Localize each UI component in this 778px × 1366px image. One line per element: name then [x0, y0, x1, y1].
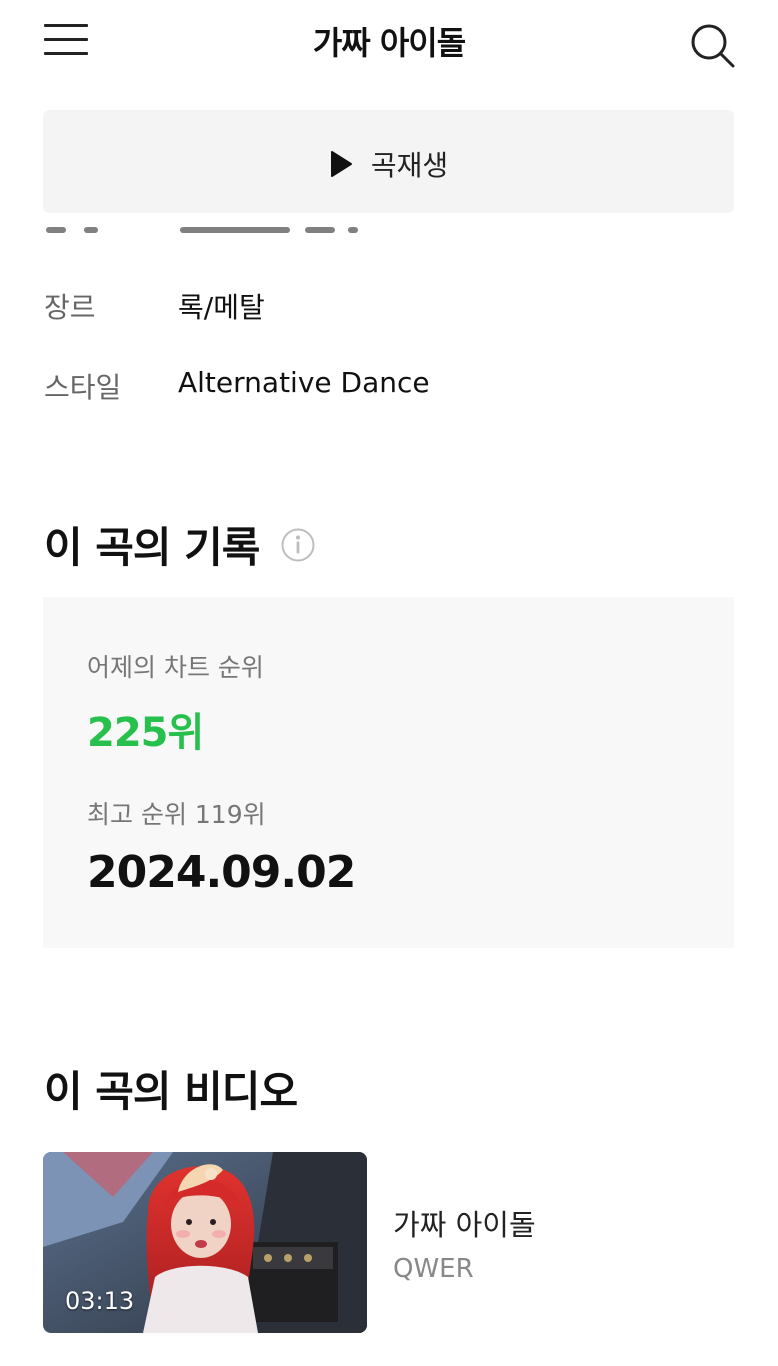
best-rank-date: 2024.09.02 [87, 847, 356, 898]
page-title: 가짜 아이돌 [312, 24, 466, 62]
chart-record-panel: 어제의 차트 순위 225위 최고 순위 119위 2024.09.02 [43, 597, 734, 948]
yesterday-rank-label: 어제의 차트 순위 [87, 653, 264, 682]
video-section-title: 이 곡의 비디오 [44, 1067, 298, 1116]
style-value: Alternative Dance [178, 366, 430, 399]
video-artist[interactable]: QWER [393, 1254, 474, 1284]
clipped-info-row [0, 213, 778, 243]
best-rank-label: 최고 순위 119위 [87, 800, 266, 829]
video-thumbnail[interactable]: 03:13 [43, 1152, 367, 1333]
play-song-label: 곡재생 [370, 149, 449, 182]
style-label: 스타일 [44, 371, 122, 404]
search-icon[interactable] [688, 22, 736, 68]
play-song-button[interactable]: 곡재생 [43, 110, 734, 213]
info-circle-icon[interactable] [280, 527, 316, 563]
record-section-title: 이 곡의 기록 [44, 523, 260, 572]
yesterday-rank-value: 225위 [87, 710, 204, 756]
video-title[interactable]: 가짜 아이돌 [393, 1202, 536, 1244]
genre-label: 장르 [44, 291, 96, 324]
genre-value: 록/메탈 [178, 291, 265, 324]
top-header: 가짜 아이돌 [0, 0, 778, 80]
play-icon [330, 151, 352, 177]
video-duration: 03:13 [65, 1287, 135, 1315]
